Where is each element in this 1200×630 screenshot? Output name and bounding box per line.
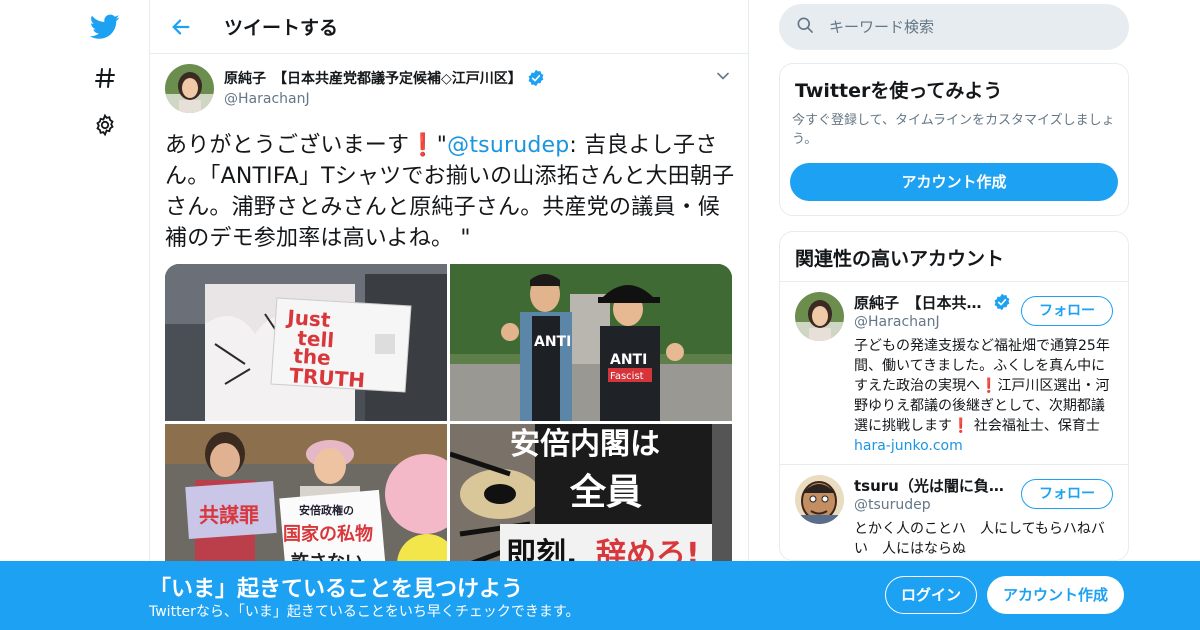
tweet-header: 原純子 【日本共産党都議予定候補◇江戸川区】 @HarachanJ bbox=[165, 64, 733, 118]
verified-badge-icon bbox=[993, 293, 1011, 311]
banner-title: 「いま」起きていることを見つけよう bbox=[149, 577, 524, 602]
gear-icon[interactable] bbox=[90, 110, 120, 140]
chevron-down-icon[interactable] bbox=[713, 66, 733, 86]
photo2-shirt-text-2: ANTI bbox=[610, 352, 647, 368]
bio-website-link[interactable]: hara-junko.com bbox=[854, 438, 963, 454]
signup-banner: 「いま」起きていることを見つけよう Twitterなら、「いま」起きていることを… bbox=[0, 561, 1200, 630]
signup-card-title: Twitterを使ってみよう bbox=[795, 80, 1003, 102]
follow-button[interactable]: フォロー bbox=[1021, 479, 1113, 509]
exclamation-emoji-icon: ❗ bbox=[952, 418, 970, 434]
tweet-media-grid: Just tell the TRUTH ANTI ANTI Fascist 共謀… bbox=[165, 264, 732, 584]
photo2-shirt-subtext: Fascist bbox=[610, 371, 644, 382]
photo4-sign-mid: 全員 bbox=[569, 471, 642, 513]
tweet-author-handle[interactable]: @HarachanJ bbox=[224, 91, 545, 107]
tweet-text-part1: ありがとうございまーす bbox=[165, 133, 410, 158]
tweet-author-name[interactable]: 原純子 【日本共産党都議予定候補◇江戸川区】 bbox=[224, 68, 522, 88]
follow-button[interactable]: フォロー bbox=[1021, 296, 1113, 326]
tweet-mention-link[interactable]: @tsurudep bbox=[447, 133, 569, 158]
search-input[interactable] bbox=[829, 18, 1109, 36]
related-account-item[interactable]: tsuru（光は闇に負けない） @tsurudep とかく人のことハ 人にしても… bbox=[780, 464, 1128, 560]
tweet-author-avatar[interactable] bbox=[165, 64, 214, 113]
create-account-button[interactable]: アカウント作成 bbox=[790, 163, 1118, 201]
tweet-text-quote-open: " bbox=[436, 133, 448, 158]
tweet-photo-1[interactable]: Just tell the TRUTH bbox=[165, 264, 447, 421]
tweet-photo-2[interactable]: ANTI ANTI Fascist bbox=[450, 264, 732, 421]
tweet-author-names: 原純子 【日本共産党都議予定候補◇江戸川区】 @HarachanJ bbox=[224, 68, 545, 107]
page-title: ツイートする bbox=[224, 17, 339, 39]
related-account-avatar[interactable] bbox=[795, 475, 844, 524]
related-account-item[interactable]: 原純子 【日本共産党都議予定候補◇江戸川区】 @HarachanJ 子どもの発達… bbox=[780, 282, 1128, 464]
twitter-logo-icon[interactable] bbox=[90, 12, 120, 42]
signup-card: Twitterを使ってみよう 今すぐ登録して、タイムラインをカスタマイズしましょ… bbox=[779, 63, 1129, 216]
tweet-photo-3[interactable]: 共謀罪 安倍政権の 国家の私物 許さない bbox=[165, 424, 447, 584]
photo4-sign-top: 安倍内閣は bbox=[510, 427, 660, 462]
exclamation-emoji-icon: ❗ bbox=[980, 378, 998, 394]
related-account-name[interactable]: tsuru（光は闇に負けない） bbox=[854, 475, 1004, 496]
photo2-shirt-text-1: ANTI bbox=[534, 334, 571, 350]
search-icon bbox=[795, 15, 815, 39]
related-account-avatar[interactable] bbox=[795, 292, 844, 341]
main-header: ツイートする bbox=[150, 0, 748, 54]
bio-text-3: 社会福祉士、保育士 bbox=[969, 418, 1114, 434]
signup-card-description: 今すぐ登録して、タイムラインをカスタマイズしましょう。 bbox=[792, 113, 1115, 147]
photo3-sign-text: 共謀罪 bbox=[199, 503, 259, 527]
related-account-bio: とかく人のことハ 人にしてもらハねバい 人にはならぬ bbox=[854, 521, 1105, 557]
login-button[interactable]: ログイン bbox=[885, 576, 977, 614]
related-accounts-title: 関連性の高いアカウント bbox=[780, 232, 1128, 282]
banner-subtitle: Twitterなら、「いま」起きていることをいち早くチェックできます。 bbox=[149, 604, 580, 620]
verified-badge-icon bbox=[527, 69, 545, 87]
search-box[interactable] bbox=[779, 4, 1129, 50]
banner-create-account-button[interactable]: アカウント作成 bbox=[987, 576, 1124, 614]
related-account-name[interactable]: 原純子 【日本共産党都議予定候補◇江戸川区】 bbox=[854, 292, 989, 313]
main-column: ツイートする 原純子 【日本共産党都議予定候補◇江戸川区】 @HarachanJ… bbox=[149, 0, 749, 630]
tweet-text: ありがとうございまーす❗"@tsurudep: 吉良よし子さん。「ANTIFA」… bbox=[165, 130, 740, 254]
photo3-sign2-mid: 国家の私物 bbox=[283, 523, 373, 545]
page: ツイートする 原純子 【日本共産党都議予定候補◇江戸川区】 @HarachanJ… bbox=[0, 0, 1200, 630]
photo3-sign2-top: 安倍政権の bbox=[299, 503, 354, 517]
related-account-bio: 子どもの発達支援など福祉畑で通算25年間、働いてきました。ふくしを真ん中にすえた… bbox=[854, 336, 1113, 456]
back-arrow-icon[interactable] bbox=[168, 14, 194, 40]
tweet-photo-4[interactable]: 安倍内閣は 全員 即刻, 辞めろ! bbox=[450, 424, 732, 584]
tweet: 原純子 【日本共産党都議予定候補◇江戸川区】 @HarachanJ ありがとうご… bbox=[150, 54, 748, 584]
hashtag-icon[interactable] bbox=[90, 63, 120, 93]
related-accounts-card: 関連性の高いアカウント 原純子 【日本共産党都議予定候補◇江戸川区】 bbox=[779, 231, 1129, 561]
exclamation-emoji-icon: ❗ bbox=[409, 133, 437, 158]
